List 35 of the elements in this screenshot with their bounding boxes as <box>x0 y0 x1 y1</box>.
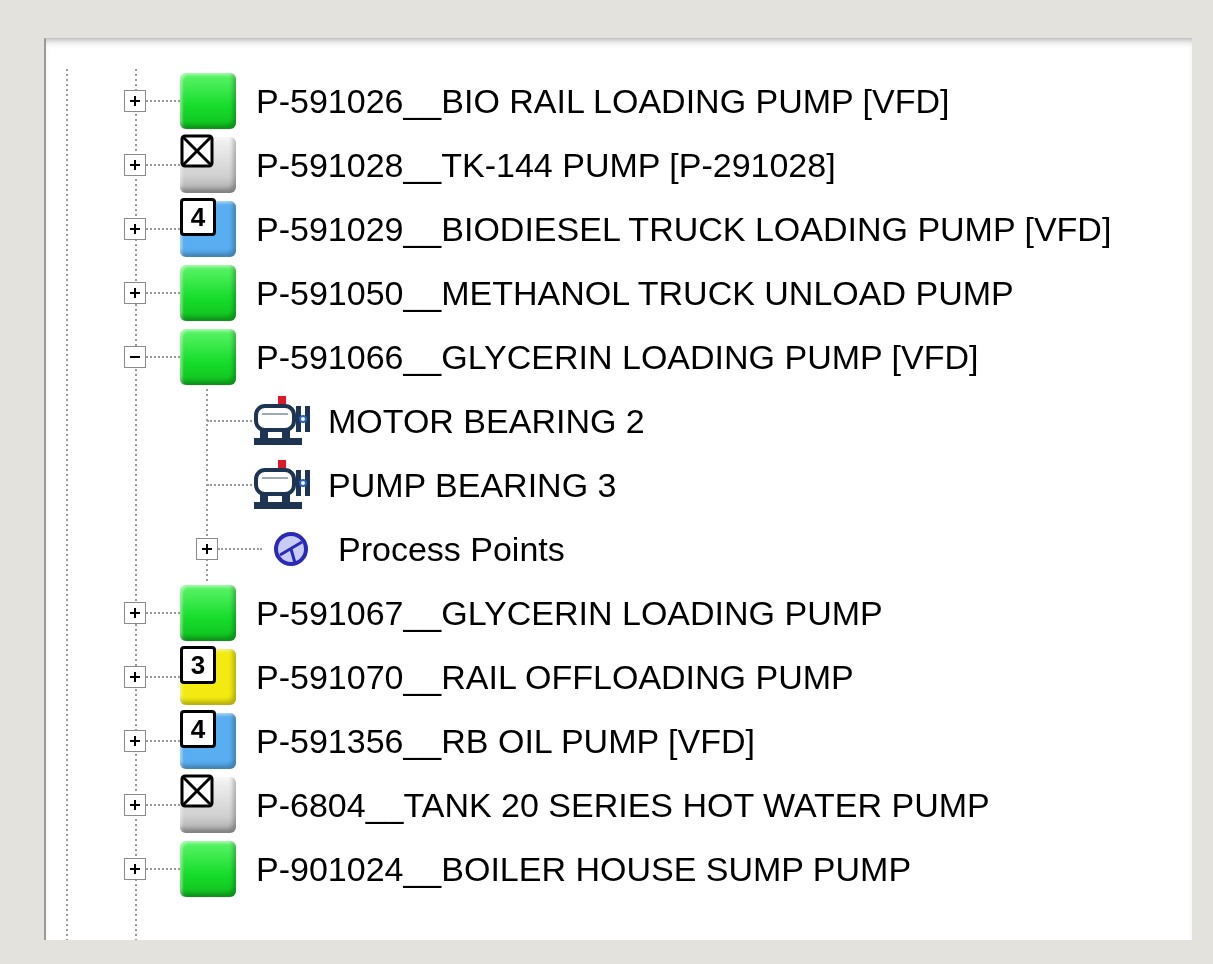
tree-item[interactable]: P-6804__TANK 20 SERIES HOT WATER PUMP <box>256 785 990 825</box>
alarm-badge: 4 <box>180 198 216 236</box>
expand-toggle[interactable] <box>124 218 146 240</box>
tree-item[interactable]: P-901024__BOILER HOUSE SUMP PUMP <box>256 849 912 889</box>
status-icon <box>180 73 236 129</box>
expand-toggle[interactable] <box>124 90 146 112</box>
expand-toggle[interactable] <box>124 794 146 816</box>
crossed-box-icon <box>180 774 214 808</box>
tree-item[interactable]: P-591026__BIO RAIL LOADING PUMP [VFD] <box>256 81 950 121</box>
tree-item[interactable]: MOTOR BEARING 2 <box>328 401 645 441</box>
expand-toggle[interactable] <box>124 602 146 624</box>
crossed-box-icon <box>180 134 214 168</box>
expand-toggle[interactable] <box>124 666 146 688</box>
status-icon <box>180 841 236 897</box>
tree-item[interactable]: P-591028__TK-144 PUMP [P-291028] <box>256 145 836 185</box>
expand-toggle[interactable] <box>124 282 146 304</box>
tree-item[interactable]: P-591029__BIODIESEL TRUCK LOADING PUMP [VFD] <box>256 209 1112 249</box>
alarm-badge: 4 <box>180 710 216 748</box>
expand-toggle[interactable] <box>124 730 146 752</box>
tree-item[interactable]: P-591067__GLYCERIN LOADING PUMP <box>256 593 883 633</box>
tree-item[interactable]: P-591356__RB OIL PUMP [VFD] <box>256 721 755 761</box>
tree-item[interactable]: P-591066__GLYCERIN LOADING PUMP [VFD] <box>256 337 979 377</box>
status-icon <box>180 585 236 641</box>
tree-item[interactable]: P-591070__RAIL OFFLOADING PUMP <box>256 657 854 697</box>
expand-toggle[interactable] <box>196 538 218 560</box>
tree-item[interactable]: P-591050__METHANOL TRUCK UNLOAD PUMP <box>256 273 1014 313</box>
alarm-badge: 3 <box>180 646 216 684</box>
status-icon <box>180 329 236 385</box>
status-icon <box>180 265 236 321</box>
tree-item[interactable]: Process Points <box>338 529 565 569</box>
expand-toggle[interactable] <box>124 346 146 368</box>
tree-item[interactable]: PUMP BEARING 3 <box>328 465 617 505</box>
expand-toggle[interactable] <box>124 858 146 880</box>
gauge-icon <box>273 531 309 567</box>
expand-toggle[interactable] <box>124 154 146 176</box>
